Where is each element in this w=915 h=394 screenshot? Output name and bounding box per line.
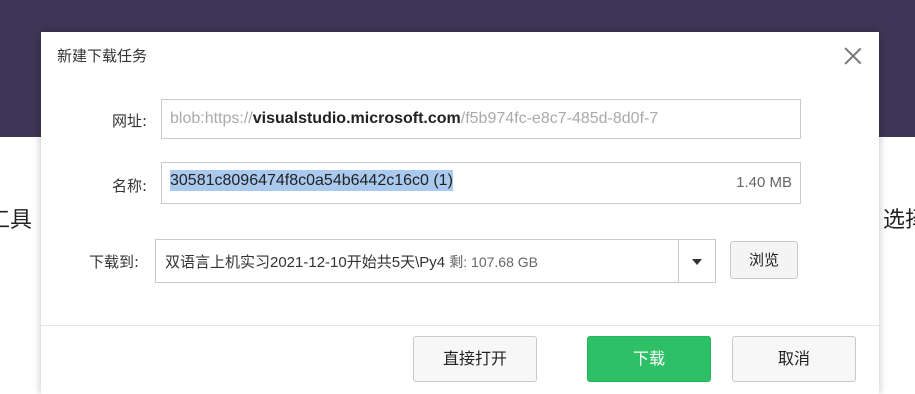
dialog-title: 新建下载任务	[57, 47, 148, 65]
close-icon[interactable]	[841, 44, 865, 68]
url-prefix: blob:https://	[170, 110, 253, 127]
save-path-value: 双语言上机实习2021-12-10开始共5天\Py4	[165, 254, 446, 271]
cancel-button[interactable]: 取消	[732, 336, 856, 382]
filename-value: 30581c8096474f8c0a54b6442c16c0 (1)	[170, 170, 453, 191]
name-label: 名称:	[111, 177, 147, 195]
download-button[interactable]: 下载	[587, 336, 711, 382]
browse-button[interactable]: 浏览	[730, 241, 798, 279]
remaining-space: 剩: 107.68 GB	[449, 254, 538, 270]
url-suffix: /f5b974fc-e8c7-485d-8d0f-7	[460, 110, 659, 127]
footer-divider	[41, 325, 879, 326]
url-field[interactable]: blob:https://visualstudio.microsoft.com/…	[161, 99, 801, 139]
background-text-right: 选择	[882, 208, 915, 233]
url-host: visualstudio.microsoft.com	[252, 110, 461, 127]
save-to-label: 下载到:	[88, 253, 139, 271]
save-path-field[interactable]: 双语言上机实习2021-12-10开始共5天\Py4 剩: 107.68 GB	[155, 239, 679, 283]
url-label: 网址:	[111, 112, 147, 130]
background-text-left: 工具	[0, 208, 33, 233]
new-download-dialog: 新建下载任务 网址: blob:https://visualstudio.mic…	[41, 32, 879, 394]
filename-input[interactable]: 30581c8096474f8c0a54b6442c16c0 (1) 1.40 …	[161, 162, 801, 204]
chevron-down-icon[interactable]	[678, 239, 716, 283]
open-directly-button[interactable]: 直接打开	[413, 336, 537, 382]
file-size: 1.40 MB	[736, 174, 792, 191]
